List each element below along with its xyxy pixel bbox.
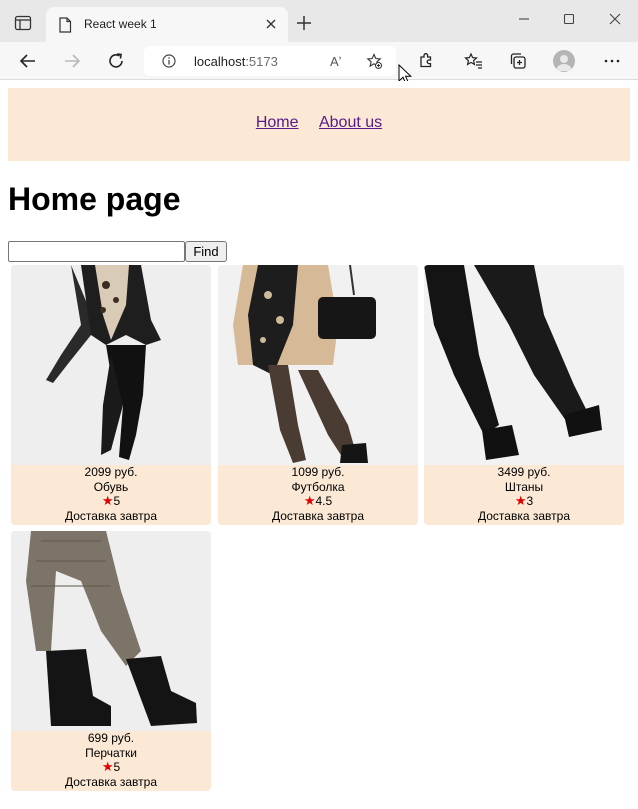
product-card[interactable]: 1099 руб. Футболка ★4.5 Доставка завтра bbox=[218, 265, 418, 525]
page-title: Home page bbox=[8, 181, 181, 217]
product-info: 2099 руб. Обувь ★5 Доставка завтра bbox=[11, 465, 211, 523]
browser-tab[interactable]: React week 1 bbox=[46, 7, 288, 43]
user-icon bbox=[556, 55, 572, 71]
add-favorite-icon[interactable] bbox=[366, 53, 382, 69]
product-photo[interactable] bbox=[11, 531, 211, 731]
star-icon: ★ bbox=[101, 759, 114, 774]
product-price: 3499 руб. bbox=[497, 465, 551, 479]
url-text[interactable]: localhost:5173 bbox=[194, 54, 278, 69]
refresh-icon[interactable] bbox=[106, 51, 126, 71]
minimize-icon[interactable] bbox=[517, 12, 531, 26]
read-aloud-icon[interactable]: Aʼ bbox=[330, 54, 342, 69]
site-info-icon[interactable] bbox=[162, 54, 176, 68]
product-card[interactable]: 3499 руб. Штаны ★3 Доставка завтра bbox=[424, 265, 624, 525]
product-card[interactable]: 699 руб. Перчатки ★5 Доставка завтра bbox=[11, 531, 211, 791]
product-price: 2099 руб. bbox=[84, 465, 138, 479]
product-photo[interactable] bbox=[424, 265, 624, 465]
product-rating: ★4.5 bbox=[218, 493, 418, 509]
delivery-note: Доставка завтра bbox=[272, 508, 364, 523]
search-input[interactable] bbox=[8, 241, 185, 262]
rating-value: 4.5 bbox=[315, 494, 333, 508]
product-info: 699 руб. Перчатки ★5 Доставка завтра bbox=[11, 731, 211, 789]
product-photo[interactable] bbox=[218, 265, 418, 465]
forward-arrow-icon[interactable] bbox=[62, 51, 82, 71]
delivery-note: Доставка завтра bbox=[65, 508, 157, 523]
product-info: 1099 руб. Футболка ★4.5 Доставка завтра bbox=[218, 465, 418, 523]
maximize-icon[interactable] bbox=[562, 12, 576, 26]
product-name: Обувь bbox=[93, 479, 129, 494]
star-icon: ★ bbox=[514, 493, 527, 508]
find-button[interactable]: Find bbox=[185, 241, 227, 262]
delivery-note: Доставка завтра bbox=[478, 508, 570, 523]
product-info: 3499 руб. Штаны ★3 Доставка завтра bbox=[424, 465, 624, 523]
product-rating: ★5 bbox=[11, 493, 211, 509]
extensions-icon[interactable] bbox=[416, 51, 436, 71]
product-rating: ★5 bbox=[11, 759, 211, 775]
product-name: Перчатки bbox=[85, 745, 137, 760]
nav-link-about[interactable]: About us bbox=[319, 114, 382, 132]
product-price: 1099 руб. bbox=[291, 465, 345, 479]
favorites-icon[interactable] bbox=[464, 51, 484, 71]
collections-icon[interactable] bbox=[508, 51, 528, 71]
browser-titlebar: React week 1 bbox=[0, 0, 638, 43]
more-options-icon[interactable] bbox=[602, 51, 622, 71]
close-window-icon[interactable] bbox=[608, 12, 622, 26]
document-icon bbox=[59, 17, 72, 33]
new-tab-icon[interactable] bbox=[296, 15, 312, 31]
product-photo[interactable] bbox=[11, 265, 211, 465]
delivery-note: Доставка завтра bbox=[65, 774, 157, 789]
tab-title: React week 1 bbox=[84, 17, 157, 31]
address-bar[interactable]: localhost:5173 Aʼ bbox=[144, 46, 396, 76]
close-tab-icon[interactable] bbox=[264, 17, 278, 31]
product-rating: ★3 bbox=[424, 493, 624, 509]
main-nav: Home About us bbox=[8, 88, 630, 161]
star-icon: ★ bbox=[101, 493, 114, 508]
back-arrow-icon[interactable] bbox=[18, 51, 38, 71]
nav-link-home[interactable]: Home bbox=[256, 114, 299, 132]
rating-value: 3 bbox=[526, 494, 534, 508]
product-name: Футболка bbox=[291, 479, 345, 494]
tab-actions-icon[interactable] bbox=[14, 14, 32, 32]
page-viewport: Home About us Home page Find 2099 руб. О… bbox=[0, 81, 638, 809]
product-price: 699 руб. bbox=[87, 731, 135, 745]
browser-toolbar: localhost:5173 Aʼ bbox=[0, 42, 638, 80]
product-card[interactable]: 2099 руб. Обувь ★5 Доставка завтра bbox=[11, 265, 211, 525]
profile-avatar[interactable] bbox=[553, 50, 575, 72]
url-port: :5173 bbox=[245, 54, 278, 69]
rating-value: 5 bbox=[113, 494, 121, 508]
site-header: Home About us bbox=[8, 88, 630, 161]
product-name: Штаны bbox=[504, 479, 544, 494]
url-host: localhost bbox=[194, 54, 246, 69]
rating-value: 5 bbox=[113, 760, 121, 774]
star-icon: ★ bbox=[303, 493, 316, 508]
